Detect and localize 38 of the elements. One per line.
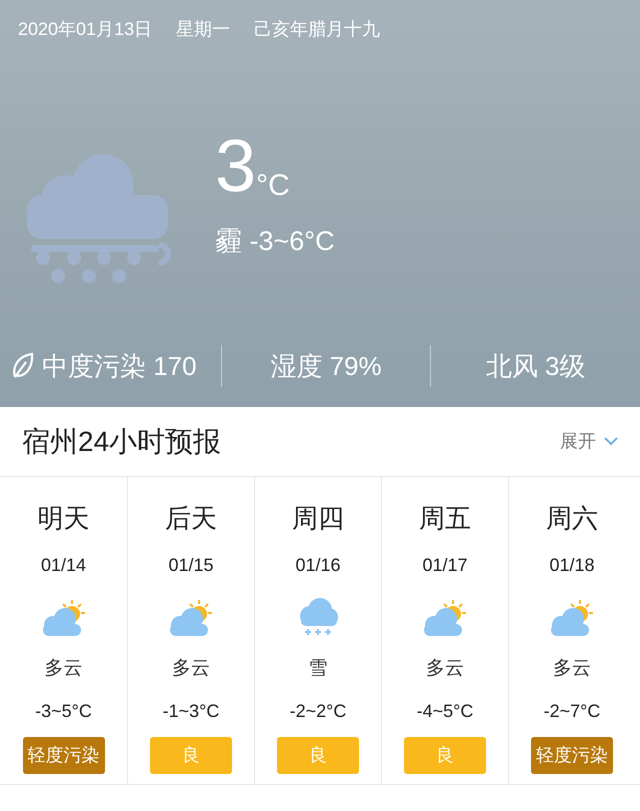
- chevron-down-icon: [604, 437, 618, 446]
- day-name: 周五: [419, 502, 471, 535]
- weather-description: 多云: [172, 657, 210, 681]
- day-date: 01/17: [422, 554, 468, 577]
- temperature-text: 3: [215, 129, 256, 203]
- day-name: 后天: [165, 502, 217, 535]
- weather-description: 多云: [553, 657, 591, 681]
- stat-text: 湿度 79%: [270, 350, 382, 382]
- leaf-icon: [12, 352, 34, 380]
- day-date: 01/18: [549, 554, 595, 577]
- temperature-range: -2~7°C: [544, 700, 600, 722]
- air-quality-badge: 轻度污染: [531, 736, 613, 774]
- temperature-range: -3~5°C: [35, 700, 92, 722]
- temperature-range: -4~5°C: [416, 700, 474, 722]
- day-name: 周六: [546, 502, 598, 535]
- air-quality-badge: 良: [404, 736, 486, 774]
- stat-text: 中度污染 170: [42, 350, 197, 382]
- day-date: 01/15: [168, 554, 214, 577]
- condition-text: 霾 -3~6°C: [215, 225, 335, 258]
- day-name: 周四: [292, 502, 344, 535]
- weather-description: 多云: [426, 657, 464, 681]
- date-text: 2020年01月13日: [18, 18, 152, 41]
- air-quality-badge: 良: [150, 736, 232, 774]
- forecast-title: 宿州24小时预报: [22, 424, 222, 458]
- weather-description: 雪: [308, 657, 328, 681]
- day-date: 01/14: [40, 554, 86, 577]
- lunar-date-text: 己亥年腊月十九: [254, 18, 380, 41]
- air-quality-badge: 良: [277, 736, 359, 774]
- temperature-range: -1~3°C: [162, 700, 220, 722]
- day-name: 明天: [38, 502, 90, 535]
- stat-text: 北风 3级: [486, 350, 586, 382]
- unit-text: °C: [256, 171, 290, 201]
- weekday-text: 星期一: [176, 18, 230, 41]
- air-quality-badge: 轻度污染: [22, 736, 104, 774]
- temperature-range: -2~2°C: [290, 700, 346, 722]
- expand-button[interactable]: 展开: [560, 428, 618, 455]
- day-date: 01/16: [295, 554, 341, 577]
- weather-description: 多云: [44, 657, 82, 681]
